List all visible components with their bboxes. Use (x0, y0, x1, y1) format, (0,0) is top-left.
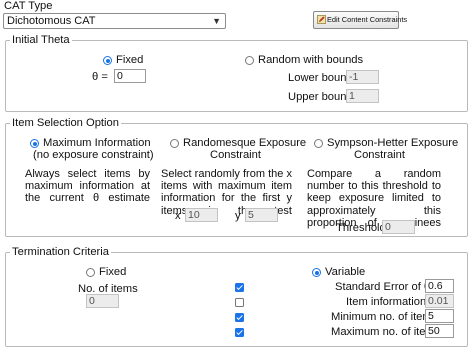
lower-bound-label: Lower bound (288, 72, 353, 84)
theta-input[interactable]: 0 (114, 69, 146, 83)
max-info-radio[interactable] (30, 139, 39, 148)
termination-fixed-label: Fixed (99, 266, 127, 278)
min-items-checkbox[interactable] (235, 313, 244, 322)
x-label: x (175, 210, 181, 222)
item-selection-legend: Item Selection Option (10, 117, 121, 129)
termination-legend: Termination Criteria (10, 246, 111, 258)
initial-theta-fixed-label: Fixed (116, 54, 144, 66)
sympson-hetter-label-line2: Constraint (354, 149, 405, 161)
se-label: Standard Error of θ ≤ (335, 281, 440, 293)
lower-bound-input[interactable]: -1 (346, 70, 379, 84)
randomesque-radio[interactable] (170, 139, 179, 148)
cat-type-label: CAT Type (4, 0, 53, 12)
sympson-hetter-label-line1: Sympson-Hetter Exposure (327, 137, 459, 149)
termination-fixed-radio[interactable] (86, 268, 95, 277)
threshold-label: Threshold (336, 222, 386, 234)
max-items-checkbox[interactable] (235, 328, 244, 337)
max-info-description: Always select items by maximum informati… (25, 168, 150, 205)
initial-theta-random-radio[interactable] (245, 56, 254, 65)
edit-content-constraints-label: Edit Content Constraints (327, 15, 408, 24)
initial-theta-fieldset: Initial Theta (5, 34, 468, 112)
no-items-input[interactable]: 0 (86, 294, 119, 308)
sympson-hetter-radio[interactable] (314, 139, 323, 148)
upper-bound-input[interactable]: 1 (346, 89, 379, 103)
cat-type-selected-value: Dichotomous CAT (7, 15, 96, 27)
se-checkbox[interactable] (235, 283, 244, 292)
item-info-checkbox[interactable] (235, 298, 244, 307)
chevron-down-icon: ▼ (212, 16, 221, 26)
edit-content-constraints-button[interactable]: Edit Content Constraints (313, 11, 407, 29)
termination-variable-label: Variable (325, 266, 366, 278)
pencil-icon (317, 15, 326, 24)
threshold-input[interactable]: 0 (382, 220, 415, 234)
cat-type-select[interactable]: Dichotomous CAT ▼ (3, 13, 226, 29)
theta-label: θ = (92, 71, 108, 83)
initial-theta-fixed-radio[interactable] (103, 56, 112, 65)
min-items-label: Minimum no. of items (331, 311, 438, 323)
se-input[interactable]: 0.6 (425, 279, 454, 293)
upper-bound-label: Upper bound (288, 91, 353, 103)
x-input[interactable]: 10 (185, 208, 218, 222)
item-info-input[interactable]: 0.01 (425, 294, 454, 308)
max-info-label-line2: (no exposure constraint) (33, 149, 154, 161)
termination-variable-radio[interactable] (312, 268, 321, 277)
min-items-input[interactable]: 5 (425, 309, 454, 323)
initial-theta-random-label: Random with bounds (258, 54, 364, 66)
item-info-label: Item information ≤ (346, 296, 436, 308)
y-input[interactable]: 5 (245, 208, 278, 222)
max-items-label: Maximum no. of items (331, 326, 441, 338)
randomesque-label-line2: Constraint (210, 149, 261, 161)
initial-theta-legend: Initial Theta (10, 34, 72, 46)
max-items-input[interactable]: 50 (425, 324, 454, 338)
max-info-label-line1: Maximum Information (43, 137, 151, 149)
y-label: y (235, 210, 241, 222)
randomesque-label-line1: Randomesque Exposure (183, 137, 307, 149)
